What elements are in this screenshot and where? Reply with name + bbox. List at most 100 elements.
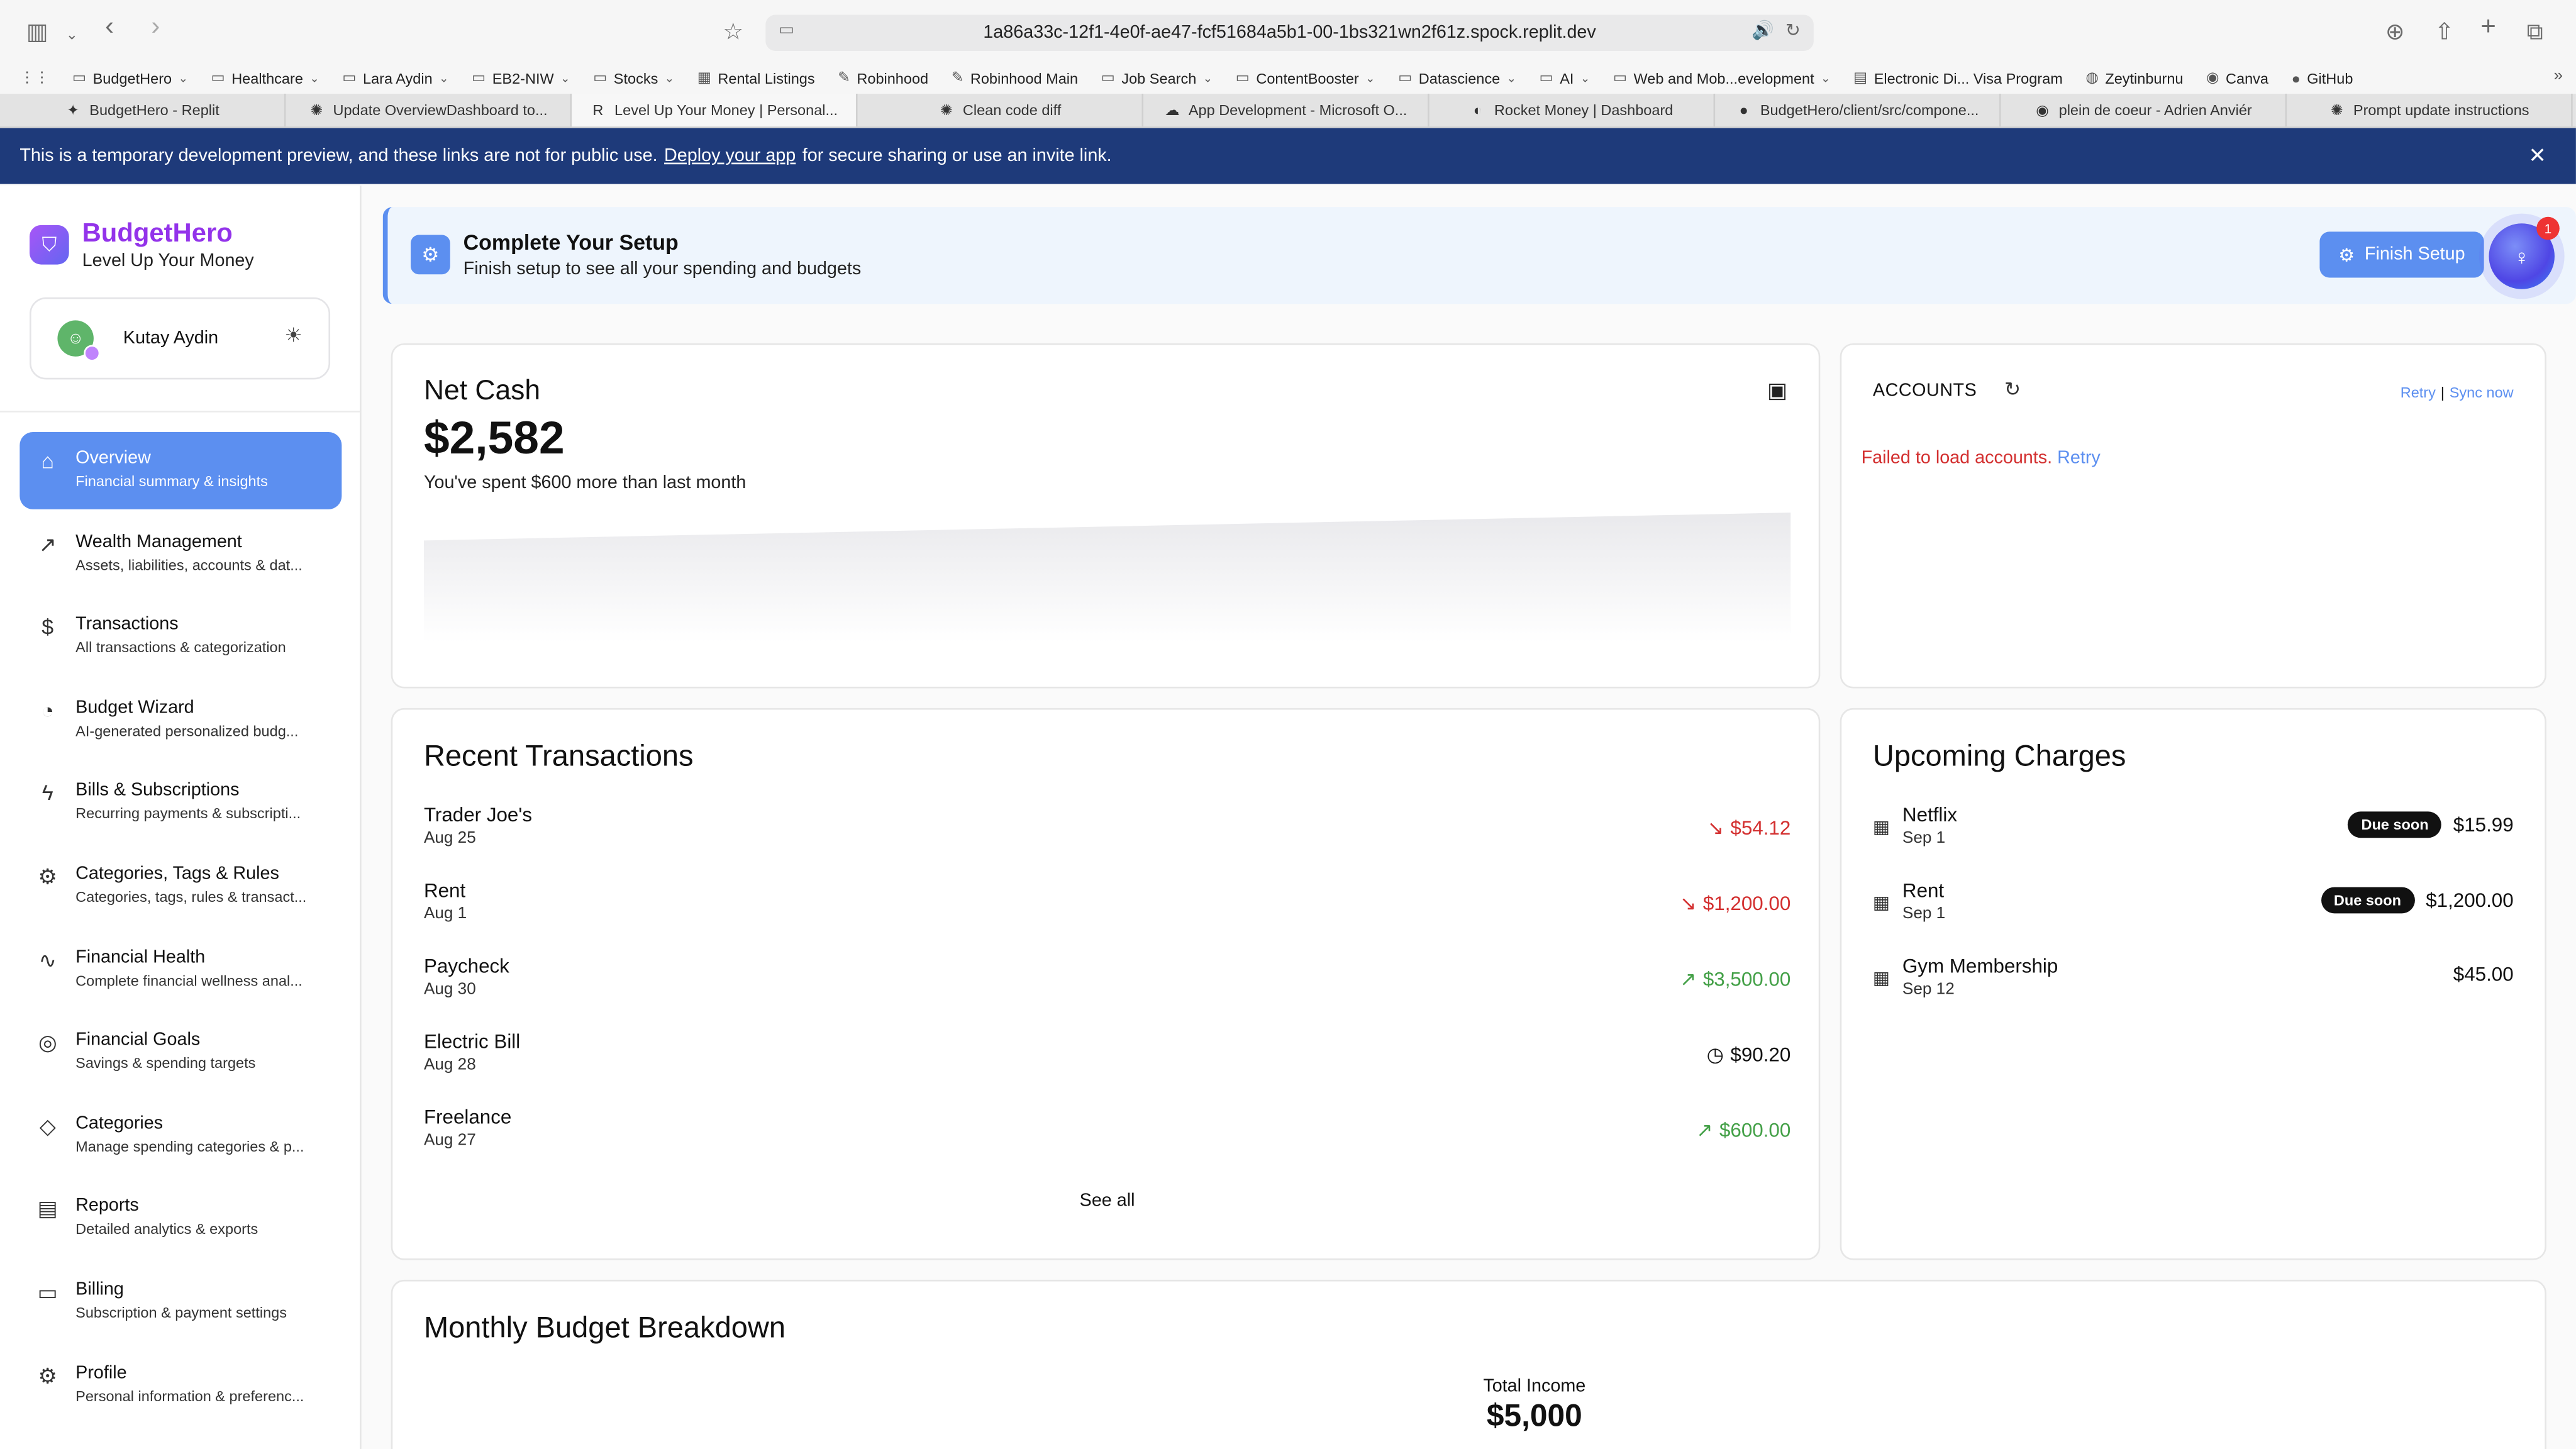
bookmark-star-icon[interactable]: ☆ bbox=[723, 16, 743, 46]
browser-tab[interactable]: ✺ Update OverviewDashboard to... bbox=[286, 93, 572, 127]
setup-banner: ⚙ Complete Your Setup Finish setup to se… bbox=[382, 207, 2576, 304]
bookmark-item[interactable]: ✎ Robinhood Main bbox=[952, 69, 1078, 87]
sidebar-item-categories[interactable]: ◇ Categories Manage spending categories & … bbox=[19, 1097, 341, 1180]
download-icon[interactable]: ⊕ bbox=[2385, 16, 2405, 46]
sidebar-item-title: Categories, Tags & Rules bbox=[75, 863, 279, 884]
error-retry-link[interactable]: Retry bbox=[2057, 448, 2101, 468]
sidebar-item-budget-wizard[interactable]: ◔ Budget Wizard AI-generated personalized … bbox=[19, 681, 341, 764]
apps-grid-icon[interactable]: ⋮⋮ bbox=[19, 69, 49, 87]
refresh-icon[interactable]: ↻ bbox=[2004, 378, 2021, 401]
transaction-row[interactable]: Rent Aug 1 ↘ $1,200.00 bbox=[424, 879, 1790, 955]
browser-tab[interactable]: R Level Up Your Money | Personal... bbox=[572, 93, 858, 127]
brand[interactable]: ⛉ BudgetHero Level Up Your Money bbox=[30, 218, 254, 271]
accounts-card: ACCOUNTS ↻ Retry | Sync now Failed to load… bbox=[1840, 343, 2546, 689]
sidebar-item-financial-health[interactable]: ∿ Financial Health Complete financial well… bbox=[19, 931, 341, 1014]
transaction-amount: ↘ $54.12 bbox=[1707, 816, 1791, 840]
new-tab-icon[interactable]: + bbox=[2480, 13, 2496, 43]
amount-value: $54.12 bbox=[1730, 816, 1791, 840]
forward-icon[interactable]: › bbox=[151, 13, 160, 43]
bookmark-item[interactable]: ▭ Job Search ⌄ bbox=[1101, 69, 1213, 87]
close-icon[interactable]: ✕ bbox=[2528, 143, 2546, 169]
site-settings-icon[interactable]: ▭ bbox=[779, 21, 794, 40]
address-bar[interactable]: ▭ 1a86a33c-12f1-4e0f-ae47-fcf51684a5b1-0… bbox=[765, 14, 1814, 51]
audio-icon[interactable]: 🔊 bbox=[1752, 19, 1774, 41]
sidebar-item-title: Wealth Management bbox=[75, 531, 242, 552]
transaction-date: Aug 1 bbox=[423, 905, 467, 924]
browser-tab[interactable]: ◐ Rocket Money | Dashboard bbox=[1430, 93, 1716, 127]
deploy-link[interactable]: Deploy your app bbox=[664, 146, 796, 165]
sidebar-toggle-icon[interactable]: ▥ bbox=[26, 16, 48, 46]
bookmark-item[interactable]: ▭ BudgetHero ⌄ bbox=[72, 69, 188, 87]
bookmark-item[interactable]: ▭ EB2-NIW ⌄ bbox=[472, 69, 570, 87]
bookmark-item[interactable]: ▭ Healthcare ⌄ bbox=[211, 69, 319, 87]
bookmark-item[interactable]: ▦ Rental Listings bbox=[697, 69, 815, 87]
total-income-label: Total Income bbox=[1483, 1377, 1586, 1397]
charge-right: Due soon $1,200.00 bbox=[2320, 887, 2514, 914]
sync-now-link[interactable]: Sync now bbox=[2450, 384, 2514, 401]
bookmark-label: Lara Aydin bbox=[362, 70, 433, 87]
browser-tab[interactable]: ● BudgetHero/client/src/compone... bbox=[1715, 93, 2001, 127]
browser-tab[interactable]: ◉ plein de coeur - Adrien Anviér bbox=[2001, 93, 2287, 127]
sidebar-item-bills-subscriptions[interactable]: ϟ Bills & Subscriptions Recurring payments… bbox=[19, 765, 341, 848]
retry-link[interactable]: Retry bbox=[2401, 384, 2436, 401]
wallet-icon[interactable]: ▣ bbox=[1767, 378, 1787, 404]
transaction-row[interactable]: Trader Joe's Aug 25 ↘ $54.12 bbox=[424, 803, 1790, 879]
user-card[interactable]: ☺ Kutay Aydin ☀ bbox=[30, 297, 331, 380]
feather-icon: ✎ bbox=[838, 69, 850, 86]
upcoming-charge-row[interactable]: ▦ Rent Sep 1 Due soon $1,200.00 bbox=[1873, 879, 2514, 955]
tab-overview-icon[interactable]: ⧉ bbox=[2527, 16, 2543, 46]
sidebar-item-reports[interactable]: ▤ Reports Detailed analytics & exports bbox=[19, 1180, 341, 1263]
browser-tab[interactable]: ✺ Prompt update instructions bbox=[2287, 93, 2573, 127]
charge-right: Due soon $15.99 bbox=[2348, 811, 2514, 838]
setup-subtitle: Finish setup to see all your spending an… bbox=[463, 259, 862, 280]
bookmark-item[interactable]: ▭ Web and Mob...evelopment ⌄ bbox=[1613, 69, 1831, 87]
sidebar-item-subtitle: All transactions & categorization bbox=[75, 639, 286, 656]
bookmark-item[interactable]: ▭ ContentBooster ⌄ bbox=[1236, 69, 1375, 87]
bookmark-item[interactable]: ✎ Robinhood bbox=[838, 69, 928, 87]
browser-tab[interactable]: ✦ BudgetHero - Replit bbox=[0, 93, 286, 127]
folder-icon: ▭ bbox=[1235, 69, 1250, 86]
divider bbox=[0, 411, 360, 413]
bookmark-item[interactable]: ▭ Lara Aydin ⌄ bbox=[342, 69, 448, 87]
upcoming-charge-row[interactable]: ▦ Gym Membership Sep 12 $45.00 bbox=[1873, 955, 2514, 1030]
upcoming-charge-row[interactable]: ▦ Netflix Sep 1 Due soon $15.99 bbox=[1873, 803, 2514, 879]
reload-icon[interactable]: ↻ bbox=[1785, 19, 1801, 41]
sun-icon[interactable]: ☀ bbox=[285, 324, 303, 347]
browser-tab[interactable]: ✺ Clean code diff bbox=[858, 93, 1144, 127]
preview-banner: This is a temporary development preview,… bbox=[0, 128, 2576, 184]
accounts-error-text: Failed to load accounts. bbox=[1861, 448, 2053, 469]
sidebar-item-profile[interactable]: ⚙ Profile Personal information & preferenc… bbox=[19, 1346, 341, 1430]
transaction-row[interactable]: Electric Bill Aug 28 ◷ $90.20 bbox=[424, 1030, 1790, 1106]
upcoming-charges-title: Upcoming Charges bbox=[1872, 739, 2126, 772]
see-all-link[interactable]: See all bbox=[392, 1191, 1822, 1211]
assistant-orb-button[interactable]: ♀ 1 bbox=[2489, 216, 2560, 289]
bookmark-item[interactable]: ▭ Datascience ⌄ bbox=[1398, 69, 1516, 87]
chevron-down-icon[interactable]: ⌄ bbox=[65, 19, 78, 49]
sidebar-item-wealth-management[interactable]: ↗ Wealth Management Assets, liabilities, a… bbox=[19, 515, 341, 598]
browser-tab[interactable]: ☁ App Development - Microsoft O... bbox=[1143, 93, 1430, 127]
back-icon[interactable]: ‹ bbox=[105, 13, 114, 43]
sidebar-item-transactions[interactable]: $ Transactions All transactions & categori… bbox=[19, 598, 341, 681]
recent-transactions-card: Recent Transactions Trader Joe's Aug 25 ↘ $… bbox=[391, 708, 1821, 1260]
sidebar-item-overview[interactable]: ⌂ Overview Financial summary & insights bbox=[19, 432, 342, 509]
bookmark-item[interactable]: ◉ Canva bbox=[2206, 69, 2268, 87]
bookmark-item[interactable]: ▭ AI ⌄ bbox=[1540, 69, 1591, 87]
share-icon[interactable]: ⇧ bbox=[2434, 16, 2454, 46]
globe-icon: ◍ bbox=[2085, 69, 2099, 86]
bookmark-item[interactable]: ◍ Zeytinburnu bbox=[2085, 69, 2183, 87]
tab-label: plein de coeur - Adrien Anviér bbox=[2058, 101, 2252, 119]
bookmark-item[interactable]: ▭ Stocks ⌄ bbox=[593, 69, 674, 87]
amount-value: $600.00 bbox=[1719, 1118, 1791, 1142]
avatar[interactable]: ☺ bbox=[57, 320, 101, 362]
sidebar-item-financial-goals[interactable]: ◎ Financial Goals Savings & spending targe… bbox=[19, 1014, 341, 1097]
transaction-row[interactable]: Freelance Aug 27 ↗ $600.00 bbox=[424, 1106, 1790, 1181]
bookmark-item[interactable]: ● GitHub bbox=[2292, 70, 2353, 86]
folder-icon: ▭ bbox=[1398, 69, 1413, 86]
more-bookmarks-icon[interactable]: » bbox=[2554, 67, 2563, 86]
sidebar-item-categories-tags-rules[interactable]: ⚙ Categories, Tags & Rules Categories, tag… bbox=[19, 848, 341, 931]
bookmark-item[interactable]: ▤ Electronic Di... Visa Program bbox=[1853, 69, 2063, 87]
finish-setup-button[interactable]: ⚙ Finish Setup bbox=[2319, 231, 2484, 278]
transaction-row[interactable]: Paycheck Aug 30 ↗ $3,500.00 bbox=[424, 955, 1790, 1030]
chevron-down-icon: ⌄ bbox=[560, 73, 570, 85]
sidebar-item-billing[interactable]: ▭ Billing Subscription & payment settings bbox=[19, 1263, 341, 1346]
